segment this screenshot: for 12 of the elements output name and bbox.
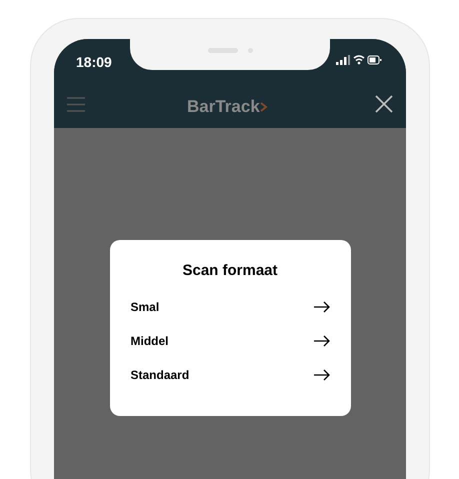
- format-option[interactable]: Middel: [130, 330, 330, 350]
- arrow-right-icon: [314, 334, 330, 346]
- arrow-right-icon: [314, 300, 330, 312]
- chevron-icon: [260, 102, 268, 112]
- close-icon[interactable]: [374, 94, 394, 114]
- status-icons: [336, 54, 382, 66]
- status-time: 18:09: [76, 53, 112, 72]
- format-option[interactable]: Standaard: [130, 364, 330, 384]
- format-option[interactable]: Smal: [130, 296, 330, 316]
- dialog-title: Scan formaat: [181, 261, 279, 281]
- arrow-right-icon: [314, 368, 330, 380]
- app-logo: BarTrack: [187, 96, 260, 118]
